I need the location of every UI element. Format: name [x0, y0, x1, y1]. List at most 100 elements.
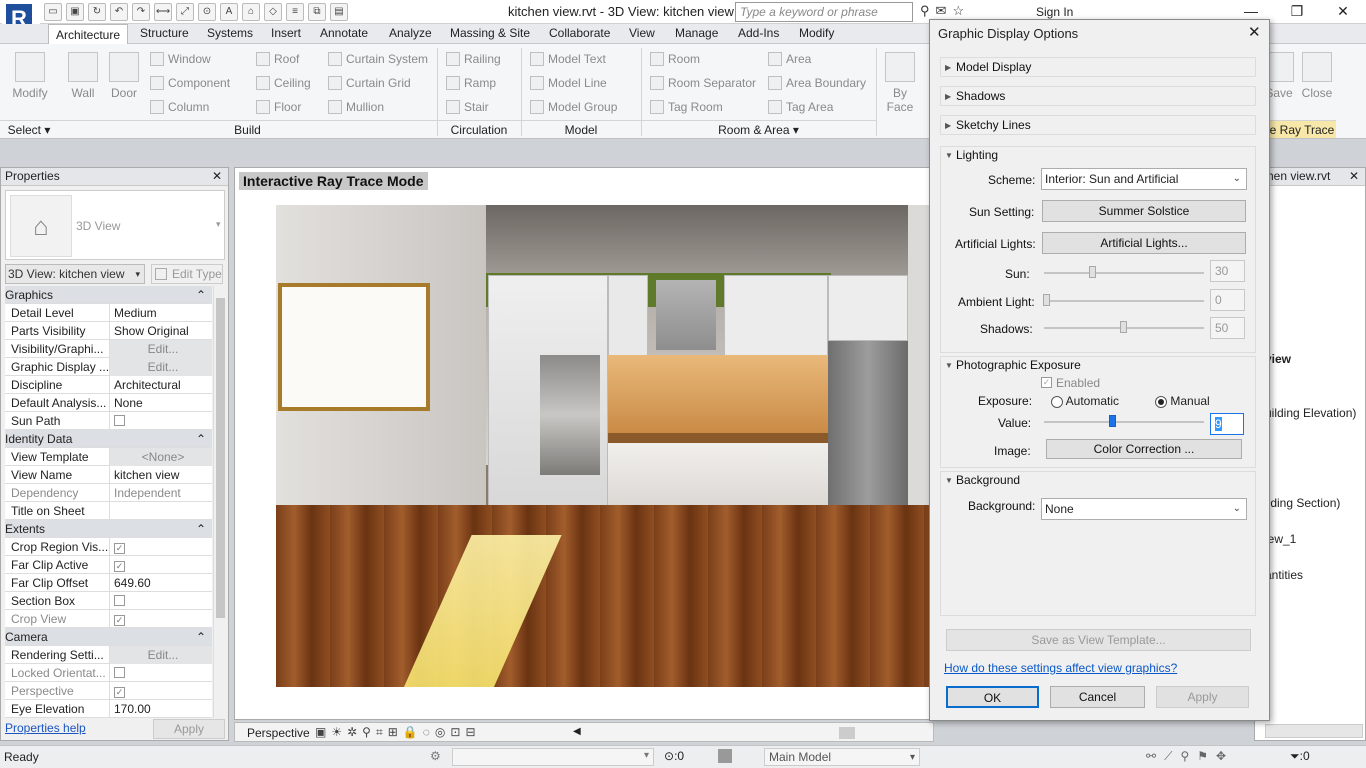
tab-collaborate[interactable]: Collaborate	[549, 26, 610, 40]
ceiling-button[interactable]: Ceiling	[256, 76, 311, 90]
select-by-face-icon[interactable]: ⚑	[1197, 749, 1208, 764]
section-model-display[interactable]: ▶ Model Display	[940, 57, 1256, 77]
text-icon[interactable]: A	[220, 3, 238, 21]
tab-analyze[interactable]: Analyze	[389, 26, 432, 40]
component-button[interactable]: Component	[150, 76, 230, 90]
crop-region-checkbox[interactable]: ✓	[114, 543, 125, 554]
model-line-button[interactable]: Model Line	[530, 76, 607, 90]
browser-item[interactable]: uilding Elevation)	[1265, 406, 1356, 420]
ambient-slider-thumb[interactable]	[1043, 294, 1050, 306]
design-option-dropdown[interactable]: Main Model ▾	[764, 748, 920, 766]
3d-viewport[interactable]: Interactive Ray Trace Mode	[234, 167, 934, 720]
graphic-display-edit-button[interactable]: Edit...	[109, 358, 212, 376]
hide-icon[interactable]: ◌	[423, 725, 430, 740]
prop-discipline[interactable]: Discipline Architectural	[5, 376, 212, 394]
render-icon[interactable]: ⚲	[362, 725, 371, 740]
select-dropdown[interactable]: Select ▾	[0, 120, 58, 138]
roof-button[interactable]: Roof	[256, 52, 299, 66]
properties-scrollbar[interactable]	[213, 286, 227, 718]
browser-item[interactable]: antities	[1265, 568, 1303, 582]
scroll-left-icon[interactable]: ◀	[573, 726, 581, 737]
collapse-icon[interactable]: ▼	[945, 476, 953, 485]
collapse-icon[interactable]: ▼	[945, 361, 953, 370]
prop-graphic-display[interactable]: Graphic Display ... Edit...	[5, 358, 212, 376]
group-graphics[interactable]: Graphics ⌃	[5, 286, 212, 304]
group-extents[interactable]: Extents ⌃	[5, 520, 212, 538]
tab-annotate[interactable]: Annotate	[320, 26, 368, 40]
rendering-edit-button[interactable]: Edit...	[109, 646, 212, 664]
ambient-value[interactable]: 0	[1210, 289, 1245, 311]
tab-manage[interactable]: Manage	[675, 26, 718, 40]
select-pinned-icon[interactable]: ⚲	[1180, 749, 1189, 764]
model-text-button[interactable]: Model Text	[530, 52, 606, 66]
prop-title-on-sheet[interactable]: Title on Sheet	[5, 502, 212, 520]
group-camera[interactable]: Camera ⌃	[5, 628, 212, 646]
far-clip-checkbox[interactable]: ✓	[114, 561, 125, 572]
tab-modify[interactable]: Modify	[799, 26, 834, 40]
prop-rendering-settings[interactable]: Rendering Setti... Edit...	[5, 646, 212, 664]
tag-icon[interactable]: ⊙	[198, 3, 216, 21]
sun-slider[interactable]	[1044, 272, 1204, 274]
analytical-icon[interactable]: ⊟	[465, 725, 475, 740]
shadows-slider-thumb[interactable]	[1120, 321, 1127, 333]
switch-windows-icon[interactable]: ▤	[330, 3, 348, 21]
radio-button[interactable]	[1051, 395, 1063, 408]
settings-help-link[interactable]: How do these settings affect view graphi…	[944, 661, 1177, 675]
select-links-icon[interactable]: ⚯	[1146, 749, 1156, 764]
temporary-properties-icon[interactable]: ⊡	[450, 725, 460, 740]
artificial-lights-button[interactable]: Artificial Lights...	[1042, 232, 1246, 254]
mullion-button[interactable]: Mullion	[328, 100, 384, 114]
search-input[interactable]: Type a keyword or phrase	[735, 2, 913, 22]
section-shadows[interactable]: ▶ Shadows	[940, 86, 1256, 106]
workset-dropdown[interactable]: ▾	[452, 748, 654, 766]
wall-button[interactable]: Wall	[64, 52, 102, 100]
drag-elements-icon[interactable]: ✥	[1216, 749, 1226, 764]
scheme-dropdown[interactable]: Interior: Sun and Artificial ⌄	[1041, 168, 1247, 190]
column-button[interactable]: Column	[150, 100, 209, 114]
thin-lines-icon[interactable]: ≡	[286, 3, 304, 21]
prop-visibility-graphics[interactable]: Visibility/Graphi... Edit...	[5, 340, 212, 358]
sun-value[interactable]: 30	[1210, 260, 1245, 282]
room-button[interactable]: Room	[650, 52, 700, 66]
automatic-radio[interactable]: Automatic	[1051, 394, 1119, 408]
visual-style-icon[interactable]: ▣	[315, 725, 326, 740]
redo-icon[interactable]: ↷	[132, 3, 150, 21]
type-selector[interactable]: ⌂ 3D View ▾	[5, 190, 225, 260]
by-face-button[interactable]: By Face	[882, 52, 918, 114]
ramp-button[interactable]: Ramp	[446, 76, 496, 90]
horizontal-scroll-thumb[interactable]	[839, 727, 855, 739]
reveal-icon[interactable]: ◎	[435, 725, 445, 740]
prop-crop-region-visible[interactable]: Crop Region Vis... ✓	[5, 538, 212, 556]
door-button[interactable]: Door	[106, 52, 142, 100]
area-boundary-button[interactable]: Area Boundary	[768, 76, 866, 90]
room-separator-button[interactable]: Room Separator	[650, 76, 756, 90]
3d-view-icon[interactable]: ⌂	[242, 3, 260, 21]
close-icon[interactable]: ✕	[212, 168, 222, 184]
railing-button[interactable]: Railing	[446, 52, 501, 66]
sign-in-button[interactable]: Sign In	[1036, 5, 1073, 19]
tab-massing-site[interactable]: Massing & Site	[450, 26, 530, 40]
save-as-view-template-button[interactable]: Save as View Template...	[946, 629, 1251, 651]
prop-detail-level[interactable]: Detail Level Medium	[5, 304, 212, 322]
tab-systems[interactable]: Systems	[207, 26, 253, 40]
browser-item[interactable]: ilding Section)	[1265, 496, 1340, 510]
ok-button[interactable]: OK	[946, 686, 1039, 708]
editable-only-icon[interactable]	[718, 749, 732, 763]
tab-architecture[interactable]: Architecture	[48, 24, 129, 44]
prop-parts-visibility[interactable]: Parts Visibility Show Original	[5, 322, 212, 340]
tab-view[interactable]: View	[629, 26, 655, 40]
prop-far-clip-offset[interactable]: Far Clip Offset 649.60	[5, 574, 212, 592]
prop-view-name[interactable]: View Name kitchen view	[5, 466, 212, 484]
color-correction-button[interactable]: Color Correction ...	[1046, 439, 1242, 459]
crop-icon[interactable]: ⌗	[376, 725, 383, 740]
tab-add-ins[interactable]: Add-Ins	[738, 26, 779, 40]
exposure-slider-thumb[interactable]	[1109, 415, 1116, 427]
manual-radio[interactable]: Manual	[1155, 394, 1210, 408]
favorites-icon[interactable]: ☆	[952, 3, 964, 19]
area-button[interactable]: Area	[768, 52, 811, 66]
prop-far-clip-active[interactable]: Far Clip Active ✓	[5, 556, 212, 574]
tag-area-button[interactable]: Tag Area	[768, 100, 833, 114]
curtain-grid-button[interactable]: Curtain Grid	[328, 76, 411, 90]
prop-sun-path[interactable]: Sun Path	[5, 412, 212, 430]
scrollbar-thumb[interactable]	[216, 298, 225, 618]
